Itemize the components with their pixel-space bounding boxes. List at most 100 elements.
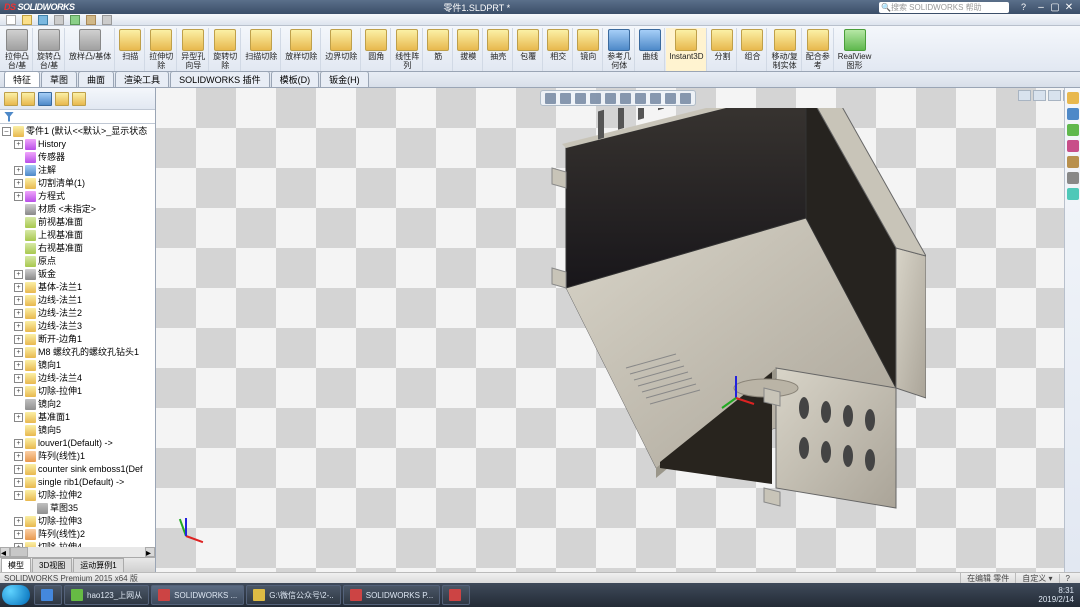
system-tray[interactable]: 8:31 2019/2/14 — [1038, 586, 1078, 604]
ribbon-拉伸凸台基[interactable]: 拉伸凸台/基 — [2, 28, 33, 71]
tree-filter-bar[interactable] — [0, 110, 155, 124]
taskbar-app[interactable]: G:\微信公众号\2-.. — [246, 585, 340, 605]
feature-icon — [214, 29, 236, 51]
section-icon — [590, 93, 601, 104]
tree-item[interactable]: 右视基准面 — [0, 242, 155, 255]
quick-access-toolbar[interactable] — [0, 14, 1080, 26]
taskbar-app[interactable]: SOLIDWORKS ... — [151, 585, 244, 605]
ribbon-抽壳[interactable]: 抽壳 — [484, 28, 513, 71]
ribbon-筋[interactable]: 筋 — [424, 28, 453, 71]
ribbon-配合参考[interactable]: 配合参考 — [803, 28, 834, 71]
tree-item[interactable]: 上视基准面 — [0, 229, 155, 242]
help-icon[interactable]: ? — [1021, 2, 1026, 12]
tree-item[interactable]: 草图35 — [0, 502, 155, 515]
feature-icon — [741, 29, 763, 51]
taskbar-app[interactable]: hao123_上网从 — [64, 585, 149, 605]
tree-item[interactable]: +切除-拉伸2 — [0, 489, 155, 502]
tree-item[interactable]: +M8 螺纹孔的螺纹孔钻头1 — [0, 346, 155, 359]
windows-taskbar[interactable]: hao123_上网从SOLIDWORKS ...G:\微信公众号\2-..SOL… — [0, 583, 1080, 607]
ribbon-扫描[interactable]: 扫描 — [116, 28, 145, 71]
ribbon-拉伸切除[interactable]: 拉伸切除 — [146, 28, 177, 71]
task-pane-strip[interactable] — [1064, 88, 1080, 572]
ribbon-Instant3D[interactable]: Instant3D — [666, 28, 707, 71]
ribbon-拔模[interactable]: 拔模 — [454, 28, 483, 71]
taskbar-app[interactable]: SOLIDWORKS P... — [343, 585, 440, 605]
heads-up-view-toolbar[interactable] — [540, 90, 696, 106]
tree-item[interactable]: +边线-法兰3 — [0, 320, 155, 333]
tab-曲面[interactable]: 曲面 — [78, 71, 114, 87]
tree-item[interactable]: +边线-法兰2 — [0, 307, 155, 320]
help-search-input[interactable]: 🔍 搜索 SOLIDWORKS 帮助 — [879, 2, 1009, 13]
tree-item[interactable]: 原点 — [0, 255, 155, 268]
feature-tree[interactable]: –零件1 (默认<<默认>_显示状态+History传感器+注解+切割清单(1)… — [0, 124, 155, 547]
feature-icon — [330, 29, 352, 51]
ribbon-旋转切除[interactable]: 旋转切除 — [210, 28, 241, 71]
ribbon-放样凸基体[interactable]: 放样凸/基体 — [66, 28, 115, 71]
tree-bottom-tabs[interactable]: 模型3D视图运动算例1 — [0, 557, 155, 572]
tree-item[interactable]: +切除-拉伸1 — [0, 385, 155, 398]
tree-tab-模型[interactable]: 模型 — [1, 558, 31, 572]
tree-root[interactable]: –零件1 (默认<<默认>_显示状态 — [0, 125, 155, 138]
tree-item[interactable]: +阵列(线性)2 — [0, 528, 155, 541]
ribbon-扫描切除[interactable]: 扫描切除 — [242, 28, 281, 71]
tree-tab-运动算例1[interactable]: 运动算例1 — [73, 558, 123, 572]
tree-item[interactable]: +基体-法兰1 — [0, 281, 155, 294]
filter-icon[interactable] — [4, 112, 14, 122]
tree-item[interactable]: 材质 <未指定> — [0, 203, 155, 216]
ribbon-旋转凸台基[interactable]: 旋转凸台/基 — [34, 28, 65, 71]
ribbon-线性阵列[interactable]: 线性阵列 — [392, 28, 423, 71]
forum-icon — [1067, 188, 1079, 200]
tree-item[interactable]: 传感器 — [0, 151, 155, 164]
status-custom[interactable]: 自定义 ▾ — [1015, 573, 1058, 584]
taskbar-app[interactable] — [442, 585, 470, 605]
tree-item[interactable]: +方程式 — [0, 190, 155, 203]
ribbon-RealView图形[interactable]: RealView图形 — [835, 28, 875, 71]
tree-hscroll[interactable]: ◂▸ — [0, 547, 155, 557]
tree-item[interactable]: +切割清单(1) — [0, 177, 155, 190]
status-help[interactable]: ? — [1059, 574, 1076, 583]
ribbon-边界切除[interactable]: 边界切除 — [322, 28, 361, 71]
tree-item[interactable]: +镜向1 — [0, 359, 155, 372]
tree-item[interactable]: +钣金 — [0, 268, 155, 281]
ribbon-异型孔向导[interactable]: 异型孔向导 — [178, 28, 209, 71]
tab-钣金(H)[interactable]: 钣金(H) — [320, 71, 369, 87]
ribbon-曲线[interactable]: 曲线 — [636, 28, 665, 71]
tree-item[interactable]: +注解 — [0, 164, 155, 177]
tab-特征[interactable]: 特征 — [4, 71, 40, 87]
tree-item[interactable]: 前视基准面 — [0, 216, 155, 229]
tree-item[interactable]: +History — [0, 138, 155, 151]
tab-SOLIDWORKS 插件[interactable]: SOLIDWORKS 插件 — [170, 71, 270, 87]
ribbon-移动复制实体[interactable]: 移动/复制实体 — [768, 28, 801, 71]
start-button[interactable] — [2, 585, 30, 605]
tree-item[interactable]: +single rib1(Default) -> — [0, 476, 155, 489]
tree-item[interactable]: +切除-拉伸3 — [0, 515, 155, 528]
tab-渲染工具[interactable]: 渲染工具 — [115, 71, 169, 87]
tree-tab-3D视图[interactable]: 3D视图 — [32, 558, 72, 572]
ribbon-圆角[interactable]: 圆角 — [362, 28, 391, 71]
tab-草图[interactable]: 草图 — [41, 71, 77, 87]
tab-模板(D)[interactable]: 模板(D) — [271, 71, 320, 87]
ribbon-镜向[interactable]: 镜向 — [574, 28, 603, 71]
tree-item[interactable]: +基准面1 — [0, 411, 155, 424]
ribbon-相交[interactable]: 相交 — [544, 28, 573, 71]
taskbar-app[interactable] — [34, 585, 62, 605]
tree-item[interactable]: 镜向2 — [0, 398, 155, 411]
tree-item[interactable]: +边线-法兰1 — [0, 294, 155, 307]
3d-viewport[interactable] — [156, 88, 1080, 572]
feature-icon — [844, 29, 866, 51]
tree-panel-icons[interactable] — [0, 88, 155, 110]
ribbon-组合[interactable]: 组合 — [738, 28, 767, 71]
orientation-triad[interactable] — [168, 518, 204, 554]
ribbon-包覆[interactable]: 包覆 — [514, 28, 543, 71]
tree-item[interactable]: +断开-边角1 — [0, 333, 155, 346]
ribbon-放样切除[interactable]: 放样切除 — [282, 28, 321, 71]
ribbon-参考几何体[interactable]: 参考几何体 — [604, 28, 635, 71]
window-controls[interactable]: –▢✕ — [1034, 2, 1076, 13]
tree-item[interactable]: +阵列(线性)1 — [0, 450, 155, 463]
ribbon-分割[interactable]: 分割 — [708, 28, 737, 71]
tree-item[interactable]: +边线-法兰4 — [0, 372, 155, 385]
tree-item[interactable]: +louver1(Default) -> — [0, 437, 155, 450]
tree-item[interactable]: 镜向5 — [0, 424, 155, 437]
tree-item[interactable]: +counter sink emboss1(Def — [0, 463, 155, 476]
status-edit: 在编辑 零件 — [960, 573, 1015, 584]
